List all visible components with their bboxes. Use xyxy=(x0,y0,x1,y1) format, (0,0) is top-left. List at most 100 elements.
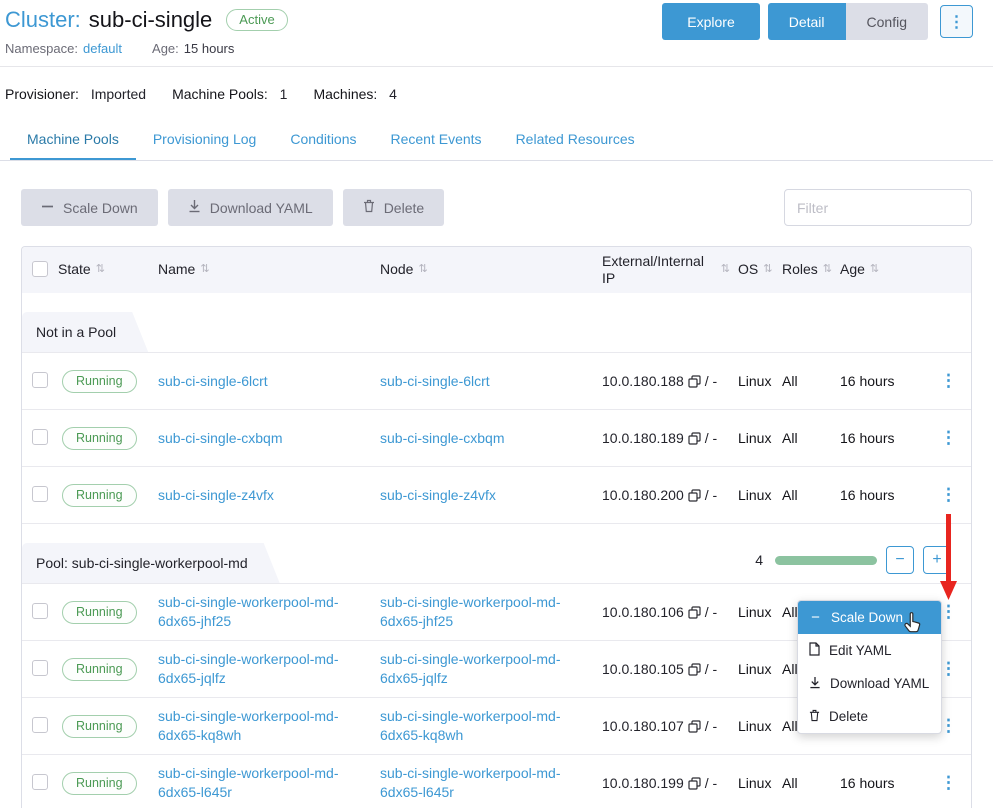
sort-icon[interactable] xyxy=(763,263,772,277)
group-row-workerpool: Pool: sub-ci-single-workerpool-md 4 xyxy=(22,524,971,584)
sort-icon[interactable] xyxy=(96,263,105,277)
internal-ip: / - xyxy=(705,718,717,734)
row-checkbox[interactable] xyxy=(32,429,48,445)
age-cell: 16 hours xyxy=(840,373,930,389)
copy-ip-icon[interactable] xyxy=(688,489,701,502)
menu-item-edit-yaml[interactable]: Edit YAML xyxy=(798,634,941,667)
internal-ip: / - xyxy=(705,604,717,620)
tab-related-resources[interactable]: Related Resources xyxy=(499,119,652,160)
sort-icon[interactable] xyxy=(418,263,427,277)
row-actions-kebab-icon[interactable] xyxy=(930,481,967,508)
download-yaml-label: Download YAML xyxy=(210,200,313,216)
node-link[interactable]: sub-ci-single-z4vfx xyxy=(380,486,602,505)
sort-icon[interactable] xyxy=(870,263,879,277)
ip-header: External/Internal IP xyxy=(602,253,716,288)
row-checkbox[interactable] xyxy=(32,372,48,388)
delete-button[interactable]: Delete xyxy=(343,189,444,226)
os-cell: Linux xyxy=(738,430,782,446)
roles-header: Roles xyxy=(782,261,818,279)
meta-row: Namespace: default Age: 15 hours xyxy=(5,41,973,56)
row-checkbox[interactable] xyxy=(32,660,48,676)
download-icon xyxy=(809,676,821,692)
sort-icon[interactable] xyxy=(823,263,832,277)
node-link[interactable]: sub-ci-single-6lcrt xyxy=(380,372,602,391)
copy-ip-icon[interactable] xyxy=(688,777,701,790)
row-checkbox[interactable] xyxy=(32,603,48,619)
provisioner-value: Imported xyxy=(91,86,146,102)
os-cell: Linux xyxy=(738,775,782,791)
pool-scale-up-button[interactable] xyxy=(923,546,951,574)
tab-recent-events[interactable]: Recent Events xyxy=(374,119,499,160)
namespace-label: Namespace: xyxy=(5,41,78,56)
menu-label: Delete xyxy=(829,709,868,724)
copy-ip-icon[interactable] xyxy=(688,375,701,388)
state-badge: Running xyxy=(62,601,137,624)
machine-name-link[interactable]: sub-ci-single-workerpool-md-6dx65-jhf25 xyxy=(158,593,380,631)
machine-name-link[interactable]: sub-ci-single-workerpool-md-6dx65-l645r xyxy=(158,764,380,802)
group-label: Not in a Pool xyxy=(22,312,148,352)
copy-ip-icon[interactable] xyxy=(688,720,701,733)
row-checkbox[interactable] xyxy=(32,774,48,790)
copy-ip-icon[interactable] xyxy=(688,432,701,445)
copy-ip-icon[interactable] xyxy=(688,606,701,619)
cluster-label: Cluster: xyxy=(5,7,81,33)
age-value: 15 hours xyxy=(184,41,235,56)
row-actions-kebab-icon[interactable] xyxy=(930,367,967,394)
minus-icon xyxy=(41,200,54,216)
pool-health-bar xyxy=(775,556,877,565)
node-link[interactable]: sub-ci-single-workerpool-md-6dx65-kq8wh xyxy=(380,707,602,745)
explore-button[interactable]: Explore xyxy=(662,3,759,40)
row-actions-kebab-icon[interactable] xyxy=(930,769,967,796)
row-actions-kebab-icon[interactable] xyxy=(930,424,967,451)
menu-label: Download YAML xyxy=(830,676,929,691)
delete-label: Delete xyxy=(384,200,424,216)
external-ip: 10.0.180.189 xyxy=(602,430,684,446)
machine-name-link[interactable]: sub-ci-single-workerpool-md-6dx65-kq8wh xyxy=(158,707,380,745)
node-link[interactable]: sub-ci-single-workerpool-md-6dx65-jhf25 xyxy=(380,593,602,631)
tab-conditions[interactable]: Conditions xyxy=(273,119,373,160)
node-link[interactable]: sub-ci-single-cxbqm xyxy=(380,429,602,448)
detail-button[interactable]: Detail xyxy=(768,3,846,40)
internal-ip: / - xyxy=(705,775,717,791)
config-button[interactable]: Config xyxy=(846,3,928,40)
sort-icon[interactable] xyxy=(721,263,730,277)
menu-label: Edit YAML xyxy=(829,643,892,658)
node-link[interactable]: sub-ci-single-workerpool-md-6dx65-jqlfz xyxy=(380,650,602,688)
sort-icon[interactable] xyxy=(200,263,209,277)
row-checkbox[interactable] xyxy=(32,717,48,733)
provisioner-item: Provisioner: Imported xyxy=(5,86,146,102)
menu-item-scale-down[interactable]: − Scale Down xyxy=(798,601,941,634)
table-row: Running sub-ci-single-workerpool-md-6dx6… xyxy=(22,755,971,808)
pool-scale-down-button[interactable] xyxy=(886,546,914,574)
machine-name-link[interactable]: sub-ci-single-z4vfx xyxy=(158,486,380,505)
machine-name-link[interactable]: sub-ci-single-6lcrt xyxy=(158,372,380,391)
row-checkbox[interactable] xyxy=(32,486,48,502)
bulk-actions-toolbar: Scale Down Download YAML Delete xyxy=(21,189,972,226)
select-all-checkbox[interactable] xyxy=(32,261,48,277)
tab-machine-pools[interactable]: Machine Pools xyxy=(10,119,136,160)
filter-input[interactable] xyxy=(784,189,972,226)
menu-item-download-yaml[interactable]: Download YAML xyxy=(798,667,941,700)
internal-ip: / - xyxy=(705,487,717,503)
roles-cell: All xyxy=(782,373,840,389)
os-header: OS xyxy=(738,261,758,279)
state-badge: Running xyxy=(62,658,137,681)
machines-label: Machines: xyxy=(313,86,377,102)
file-icon xyxy=(809,642,820,659)
table-row: Running sub-ci-single-cxbqm sub-ci-singl… xyxy=(22,410,971,467)
machine-name-link[interactable]: sub-ci-single-workerpool-md-6dx65-jqlfz xyxy=(158,650,380,688)
machine-pools-value: 1 xyxy=(280,86,288,102)
namespace-link[interactable]: default xyxy=(83,41,122,56)
node-link[interactable]: sub-ci-single-workerpool-md-6dx65-l645r xyxy=(380,764,602,802)
machine-name-link[interactable]: sub-ci-single-cxbqm xyxy=(158,429,380,448)
cluster-actions-kebab-icon[interactable] xyxy=(940,5,973,38)
menu-item-delete[interactable]: Delete xyxy=(798,700,941,733)
scale-down-button[interactable]: Scale Down xyxy=(21,189,158,226)
provisioner-label: Provisioner: xyxy=(5,86,79,102)
download-yaml-button[interactable]: Download YAML xyxy=(168,189,333,226)
group-label: Pool: sub-ci-single-workerpool-md xyxy=(22,543,280,583)
os-cell: Linux xyxy=(738,718,782,734)
internal-ip: / - xyxy=(705,661,717,677)
copy-ip-icon[interactable] xyxy=(688,663,701,676)
tab-provisioning-log[interactable]: Provisioning Log xyxy=(136,119,274,160)
